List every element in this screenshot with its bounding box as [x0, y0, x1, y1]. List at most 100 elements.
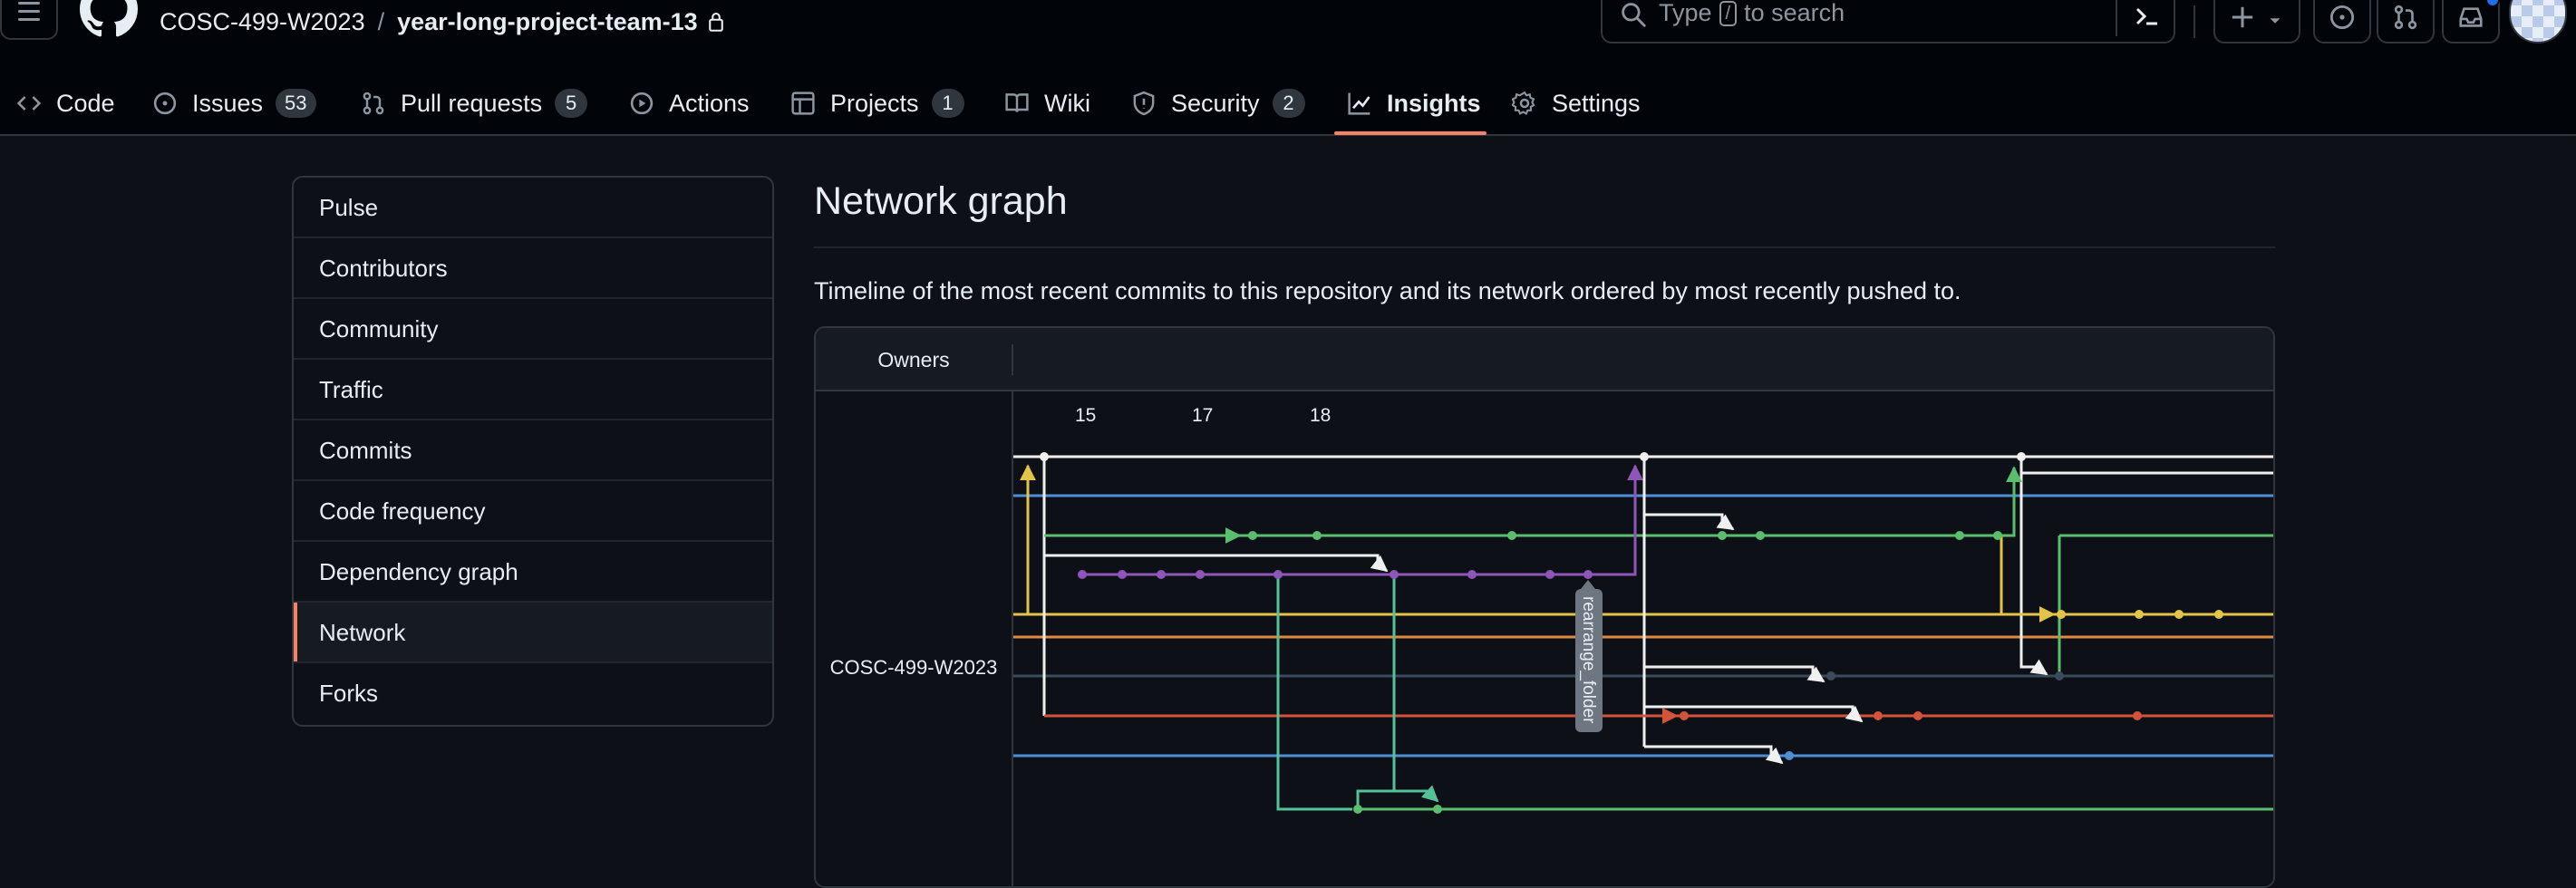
owner-link[interactable]: COSC-499-W2023	[160, 4, 365, 40]
branch-label-tooltip[interactable]: rearrange_folder	[1575, 580, 1603, 732]
sidebar-item-pulse[interactable]: Pulse	[294, 178, 772, 238]
commit-dot[interactable]	[2133, 711, 2142, 720]
commit-dot[interactable]	[2055, 671, 2064, 680]
issue-opened-icon	[153, 92, 177, 115]
tab-insights[interactable]: Insights	[1347, 71, 1481, 136]
commit-dot[interactable]	[1467, 570, 1477, 579]
commit-dot[interactable]	[1718, 531, 1727, 540]
play-icon	[630, 92, 654, 115]
shield-icon	[1133, 91, 1155, 116]
network-canvas[interactable]: 15 17 18 rearrange_folder	[1013, 391, 2275, 888]
inbox-icon	[2459, 7, 2483, 27]
commit-dot[interactable]	[1583, 570, 1593, 579]
lock-icon	[708, 12, 723, 32]
global-header: COSC-499-W2023 / year-long-project-team-…	[0, 0, 2576, 71]
network-graph[interactable]: Owners COSC-499-W2023 15 17 18 rearrange…	[814, 326, 2275, 888]
commit-dot[interactable]	[1826, 671, 1835, 680]
merge-arrow	[2000, 536, 2056, 623]
tab-pull-requests[interactable]: Pull requests 5	[361, 71, 588, 136]
git-pull-request-icon	[2394, 5, 2417, 30]
tab-issues[interactable]: Issues 53	[152, 71, 316, 136]
commit-dot[interactable]	[2057, 610, 2066, 619]
merge-arrow	[1013, 464, 1036, 616]
commit-dot[interactable]	[1955, 531, 1964, 540]
merge-arrow	[1644, 513, 1735, 531]
commit-dot[interactable]	[1353, 805, 1362, 814]
sidebar-item-traffic[interactable]: Traffic	[294, 360, 772, 420]
date-label: 15	[1075, 405, 1096, 426]
sidebar-item-network[interactable]: Network	[294, 603, 772, 663]
repo-link[interactable]: year-long-project-team-13	[397, 4, 698, 40]
search-icon	[1622, 3, 1646, 27]
sidebar-item-code-frequency[interactable]: Code frequency	[294, 481, 772, 542]
commit-dot[interactable]	[1157, 570, 1166, 579]
commit-dot[interactable]	[1312, 531, 1322, 540]
commit-dot[interactable]	[1545, 570, 1554, 579]
pull-requests-button[interactable]	[2377, 0, 2435, 43]
graph-icon	[1348, 92, 1370, 115]
search-placeholder: Type / to search	[1659, 0, 1845, 26]
commit-dot[interactable]	[2174, 610, 2184, 619]
commit-dot[interactable]	[1040, 452, 1049, 461]
hamburger-icon	[18, 1, 40, 5]
gear-icon	[1512, 91, 1535, 115]
create-new-button[interactable]	[2213, 0, 2300, 43]
github-logo-icon[interactable]	[80, 0, 138, 38]
branch-connector	[1276, 574, 1352, 811]
page-title: Network graph	[814, 179, 1068, 223]
sidebar-item-community[interactable]: Community	[294, 299, 772, 360]
breadcrumb: COSC-499-W2023 / year-long-project-team-…	[160, 4, 725, 40]
merge-arrow	[1644, 705, 1864, 723]
avatar[interactable]	[2509, 0, 2567, 43]
date-label: 18	[1310, 405, 1331, 426]
sidebar-item-contributors[interactable]: Contributors	[294, 238, 772, 299]
repo-nav: Code Issues 53 Pull requests 5 Actions P…	[0, 71, 2576, 136]
commit-dot[interactable]	[1078, 570, 1087, 579]
commit-dot[interactable]	[1756, 531, 1765, 540]
security-count: 2	[1272, 89, 1305, 118]
commit-dot[interactable]	[1248, 531, 1257, 540]
commit-dot[interactable]	[2017, 452, 2026, 461]
commit-dot[interactable]	[1273, 570, 1283, 579]
tab-actions[interactable]: Actions	[629, 71, 750, 136]
merge-arrow	[2019, 457, 2048, 676]
tab-settings[interactable]: Settings	[1512, 71, 1641, 136]
tab-projects[interactable]: Projects 1	[790, 71, 964, 136]
tab-security[interactable]: Security 2	[1131, 71, 1305, 136]
branch-label-text: rearrange_folder	[1579, 596, 1598, 724]
projects-count: 1	[931, 89, 964, 118]
sidebar-item-dependency-graph[interactable]: Dependency graph	[294, 542, 772, 603]
commit-dot[interactable]	[1118, 570, 1127, 579]
book-icon	[1005, 93, 1029, 112]
issues-button[interactable]	[2313, 0, 2371, 43]
sidebar-item-commits[interactable]: Commits	[294, 420, 772, 481]
commit-dot[interactable]	[1507, 531, 1516, 540]
commit-dot[interactable]	[1874, 711, 1883, 720]
commit-dot[interactable]	[1433, 805, 1442, 814]
commit-dot[interactable]	[1785, 751, 1794, 760]
menu-button[interactable]	[0, 0, 58, 40]
tab-wiki[interactable]: Wiki	[1004, 71, 1090, 136]
merge-arrow	[1392, 574, 1439, 803]
chevron-down-icon	[2270, 18, 2281, 24]
commit-dot[interactable]	[1913, 711, 1922, 720]
commit-dot[interactable]	[1640, 452, 1649, 461]
git-pull-request-icon	[363, 92, 384, 115]
commit-dot[interactable]	[1390, 570, 1399, 579]
commit-dot[interactable]	[2214, 610, 2223, 619]
commit-dot[interactable]	[1196, 570, 1205, 579]
search-input[interactable]: Type / to search	[1601, 0, 2175, 43]
issue-opened-icon	[2329, 5, 2355, 30]
graph-header: Owners	[816, 328, 2273, 391]
sidebar-item-forks[interactable]: Forks	[294, 663, 772, 724]
pulls-count: 5	[555, 89, 588, 118]
date-label: 17	[1192, 405, 1213, 426]
plus-icon	[2232, 6, 2253, 28]
commit-dot[interactable]	[2135, 610, 2144, 619]
tab-code[interactable]: Code	[16, 71, 115, 136]
commit-dot[interactable]	[1680, 711, 1689, 720]
owners-header: Owners	[877, 348, 950, 372]
commit-dot[interactable]	[1993, 531, 2002, 540]
command-palette-icon[interactable]	[2132, 2, 2161, 31]
issues-count: 53	[276, 89, 316, 118]
